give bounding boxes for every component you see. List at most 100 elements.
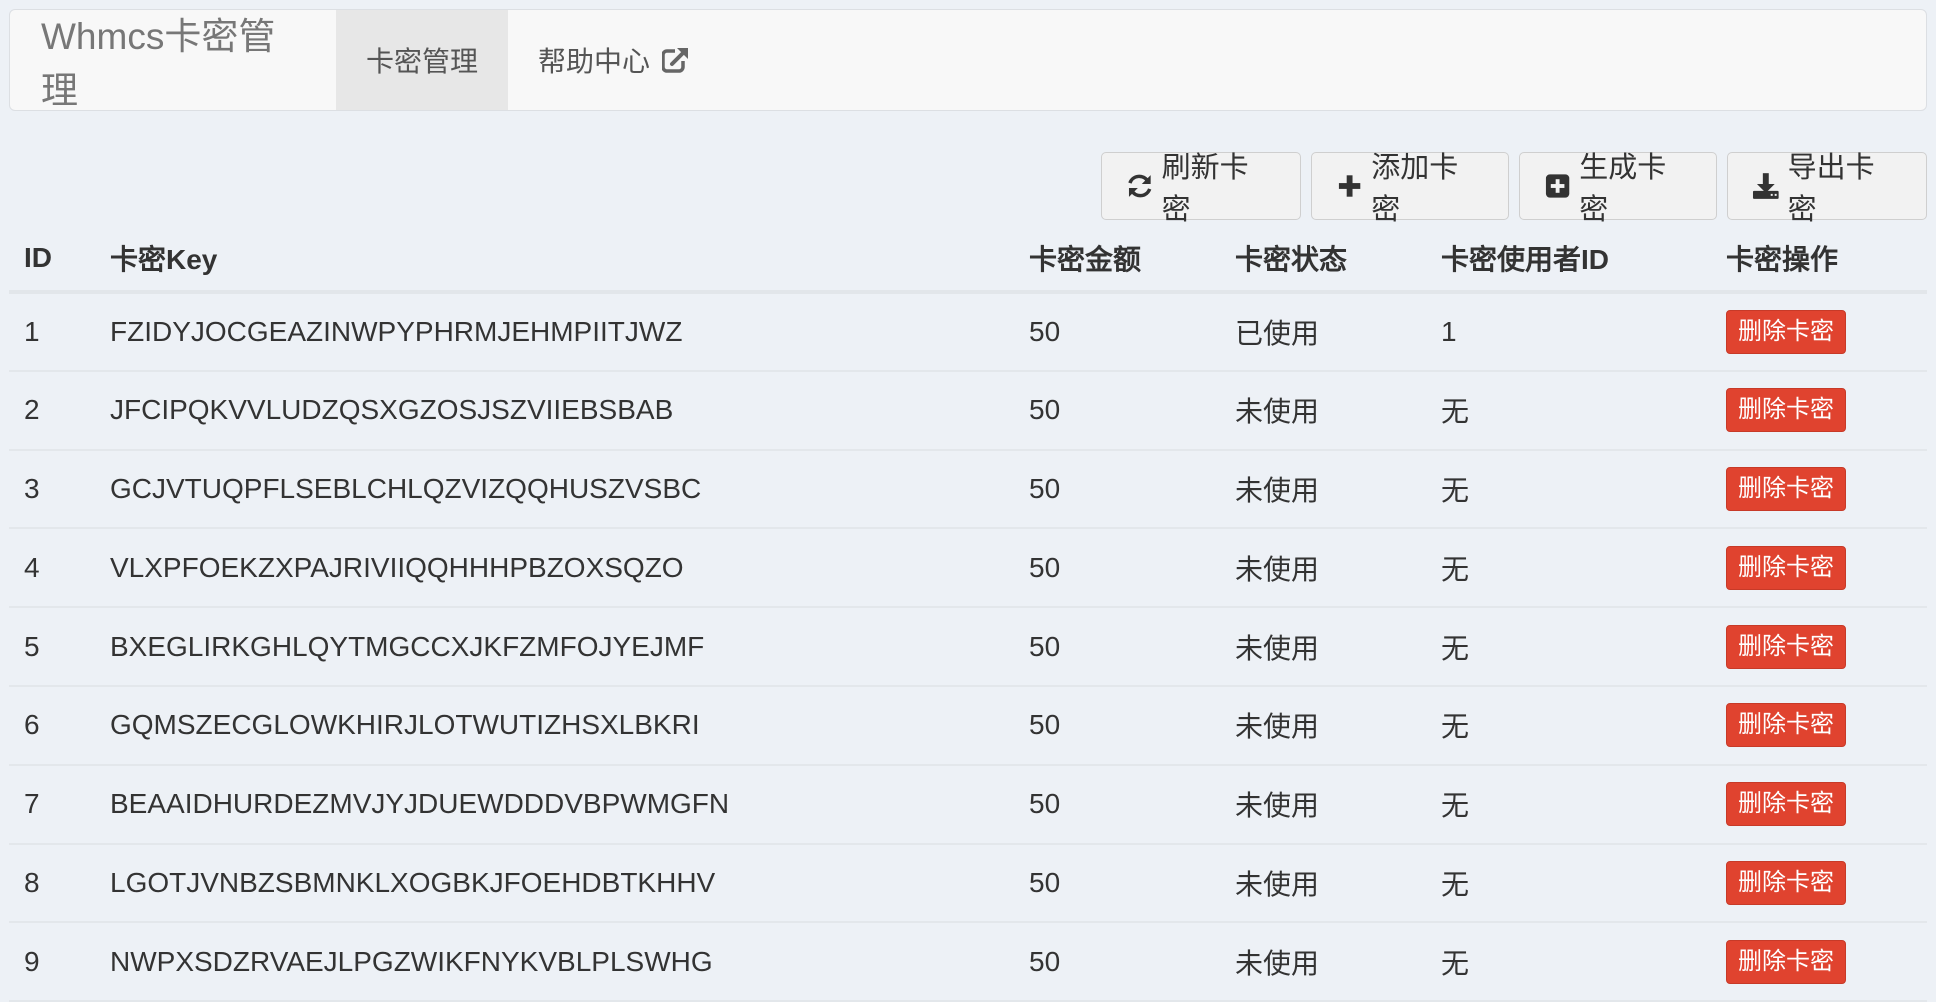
- cell-action: 删除卡密: [1711, 292, 1927, 372]
- top-navbar: Whmcs卡密管理 卡密管理 帮助中心: [9, 9, 1927, 111]
- plus-icon: [1338, 175, 1361, 197]
- delete-card-button[interactable]: 删除卡密: [1726, 782, 1846, 827]
- cell-status: 未使用: [1220, 843, 1426, 924]
- cell-action: 删除卡密: [1711, 449, 1927, 530]
- cell-id: 3: [9, 449, 95, 530]
- action-toolbar: 刷新卡密 添加卡密 生成卡密 导出卡密: [1101, 152, 1927, 226]
- cell-amount: 50: [1014, 764, 1220, 845]
- delete-card-button[interactable]: 删除卡密: [1726, 860, 1846, 905]
- table-row: 6 GQMSZECGLOWKHIRJLOTWUTIZHSXLBKRI 50 未使…: [9, 685, 1927, 766]
- cell-id: 8: [9, 843, 95, 924]
- header-action: 卡密操作: [1711, 226, 1927, 294]
- cell-amount: 50: [1014, 607, 1220, 687]
- refresh-icon: [1128, 174, 1152, 198]
- header-user-id: 卡密使用者ID: [1426, 226, 1711, 294]
- cell-id: 1: [9, 292, 95, 372]
- cell-action: 删除卡密: [1711, 685, 1927, 766]
- cell-user-id: 无: [1426, 764, 1711, 845]
- cell-amount: 50: [1014, 370, 1220, 451]
- cell-key: BEAAIDHURDEZMVJYJDUEWDDDVBPWMGFN: [95, 764, 1014, 845]
- table-header-row: ID 卡密Key 卡密金额 卡密状态 卡密使用者ID 卡密操作: [9, 226, 1927, 294]
- external-link-icon: [662, 46, 691, 73]
- nav-item-help-center[interactable]: 帮助中心: [508, 10, 720, 110]
- cell-key: VLXPFOEKZXPAJRIVIIQQHHHPBZOXSQZO: [95, 528, 1014, 609]
- cell-user-id: 1: [1426, 292, 1711, 372]
- cell-user-id: 无: [1426, 607, 1711, 687]
- cell-key: JFCIPQKVVLUDZQSXGZOSJSZVIIEBSBAB: [95, 370, 1014, 451]
- cell-user-id: 无: [1426, 922, 1711, 1002]
- table-row: 3 GCJVTUQPFLSEBLCHLQZVIZQQHUSZVSBC 50 未使…: [9, 449, 1927, 530]
- cell-action: 删除卡密: [1711, 764, 1927, 845]
- cell-id: 5: [9, 607, 95, 687]
- download-icon: [1752, 173, 1779, 199]
- refresh-cards-button[interactable]: 刷新卡密: [1101, 152, 1301, 226]
- header-id: ID: [9, 226, 95, 294]
- table-row: 5 BXEGLIRKGHLQYTMGCCXJKFZMFOJYEJMF 50 未使…: [9, 607, 1927, 687]
- delete-card-button[interactable]: 删除卡密: [1726, 624, 1846, 669]
- export-cards-button[interactable]: 导出卡密: [1727, 152, 1927, 226]
- cell-key: GCJVTUQPFLSEBLCHLQZVIZQQHUSZVSBC: [95, 449, 1014, 530]
- cell-id: 7: [9, 764, 95, 845]
- cell-key: GQMSZECGLOWKHIRJLOTWUTIZHSXLBKRI: [95, 685, 1014, 766]
- cell-user-id: 无: [1426, 449, 1711, 530]
- cell-status: 未使用: [1220, 922, 1426, 1002]
- add-card-label: 添加卡密: [1371, 152, 1459, 226]
- cell-key: LGOTJVNBZSBMNKLXOGBKJFOEHDBTKHHV: [95, 843, 1014, 924]
- cell-id: 2: [9, 370, 95, 451]
- table-row: 2 JFCIPQKVVLUDZQSXGZOSJSZVIIEBSBAB 50 未使…: [9, 370, 1927, 451]
- nav-item-label: 卡密管理: [366, 46, 479, 77]
- cell-key: FZIDYJOCGEAZINWPYPHRMJEHMPIITJWZ: [95, 292, 1014, 372]
- cell-key: NWPXSDZRVAEJLPGZWIKFNYKVBLPLSWHG: [95, 922, 1014, 1002]
- generate-cards-label: 生成卡密: [1579, 152, 1667, 226]
- nav-item-label: 帮助中心: [538, 46, 651, 77]
- table-row: 9 NWPXSDZRVAEJLPGZWIKFNYKVBLPLSWHG 50 未使…: [9, 922, 1927, 1002]
- cards-table: ID 卡密Key 卡密金额 卡密状态 卡密使用者ID 卡密操作 1 FZIDYJ…: [9, 226, 1927, 1002]
- cell-status: 未使用: [1220, 528, 1426, 609]
- delete-card-button[interactable]: 删除卡密: [1726, 939, 1846, 984]
- delete-card-button[interactable]: 删除卡密: [1726, 309, 1846, 354]
- header-status: 卡密状态: [1220, 226, 1426, 294]
- cell-action: 删除卡密: [1711, 370, 1927, 451]
- table-row: 1 FZIDYJOCGEAZINWPYPHRMJEHMPIITJWZ 50 已使…: [9, 292, 1927, 372]
- cell-user-id: 无: [1426, 685, 1711, 766]
- cell-action: 删除卡密: [1711, 607, 1927, 687]
- refresh-cards-label: 刷新卡密: [1161, 152, 1249, 226]
- header-key: 卡密Key: [95, 226, 1014, 294]
- cell-action: 删除卡密: [1711, 528, 1927, 609]
- cell-status: 未使用: [1220, 449, 1426, 530]
- delete-card-button[interactable]: 删除卡密: [1726, 703, 1846, 748]
- cell-amount: 50: [1014, 528, 1220, 609]
- table-row: 8 LGOTJVNBZSBMNKLXOGBKJFOEHDBTKHHV 50 未使…: [9, 843, 1927, 924]
- delete-card-button[interactable]: 删除卡密: [1726, 388, 1846, 433]
- delete-card-button[interactable]: 删除卡密: [1726, 466, 1846, 511]
- cell-amount: 50: [1014, 843, 1220, 924]
- cell-amount: 50: [1014, 685, 1220, 766]
- cell-status: 未使用: [1220, 607, 1426, 687]
- table-row: 4 VLXPFOEKZXPAJRIVIIQQHHHPBZOXSQZO 50 未使…: [9, 528, 1927, 609]
- add-card-button[interactable]: 添加卡密: [1311, 152, 1509, 226]
- cell-action: 删除卡密: [1711, 922, 1927, 1002]
- plus-square-icon: [1545, 174, 1570, 198]
- cell-id: 9: [9, 922, 95, 1002]
- cell-id: 4: [9, 528, 95, 609]
- cell-status: 未使用: [1220, 370, 1426, 451]
- cell-status: 未使用: [1220, 685, 1426, 766]
- cell-status: 已使用: [1220, 292, 1426, 372]
- nav-item-card-management[interactable]: 卡密管理: [336, 10, 508, 110]
- cell-user-id: 无: [1426, 528, 1711, 609]
- delete-card-button[interactable]: 删除卡密: [1726, 545, 1846, 590]
- cell-id: 6: [9, 685, 95, 766]
- cell-action: 删除卡密: [1711, 843, 1927, 924]
- header-amount: 卡密金额: [1014, 226, 1220, 294]
- cell-key: BXEGLIRKGHLQYTMGCCXJKFZMFOJYEJMF: [95, 607, 1014, 687]
- export-cards-label: 导出卡密: [1787, 152, 1875, 226]
- cell-user-id: 无: [1426, 370, 1711, 451]
- cell-status: 未使用: [1220, 764, 1426, 845]
- table-row: 7 BEAAIDHURDEZMVJYJDUEWDDDVBPWMGFN 50 未使…: [9, 764, 1927, 845]
- brand-title[interactable]: Whmcs卡密管理: [10, 10, 336, 110]
- cell-amount: 50: [1014, 292, 1220, 372]
- generate-cards-button[interactable]: 生成卡密: [1519, 152, 1717, 226]
- cell-amount: 50: [1014, 922, 1220, 1002]
- cell-amount: 50: [1014, 449, 1220, 530]
- cell-user-id: 无: [1426, 843, 1711, 924]
